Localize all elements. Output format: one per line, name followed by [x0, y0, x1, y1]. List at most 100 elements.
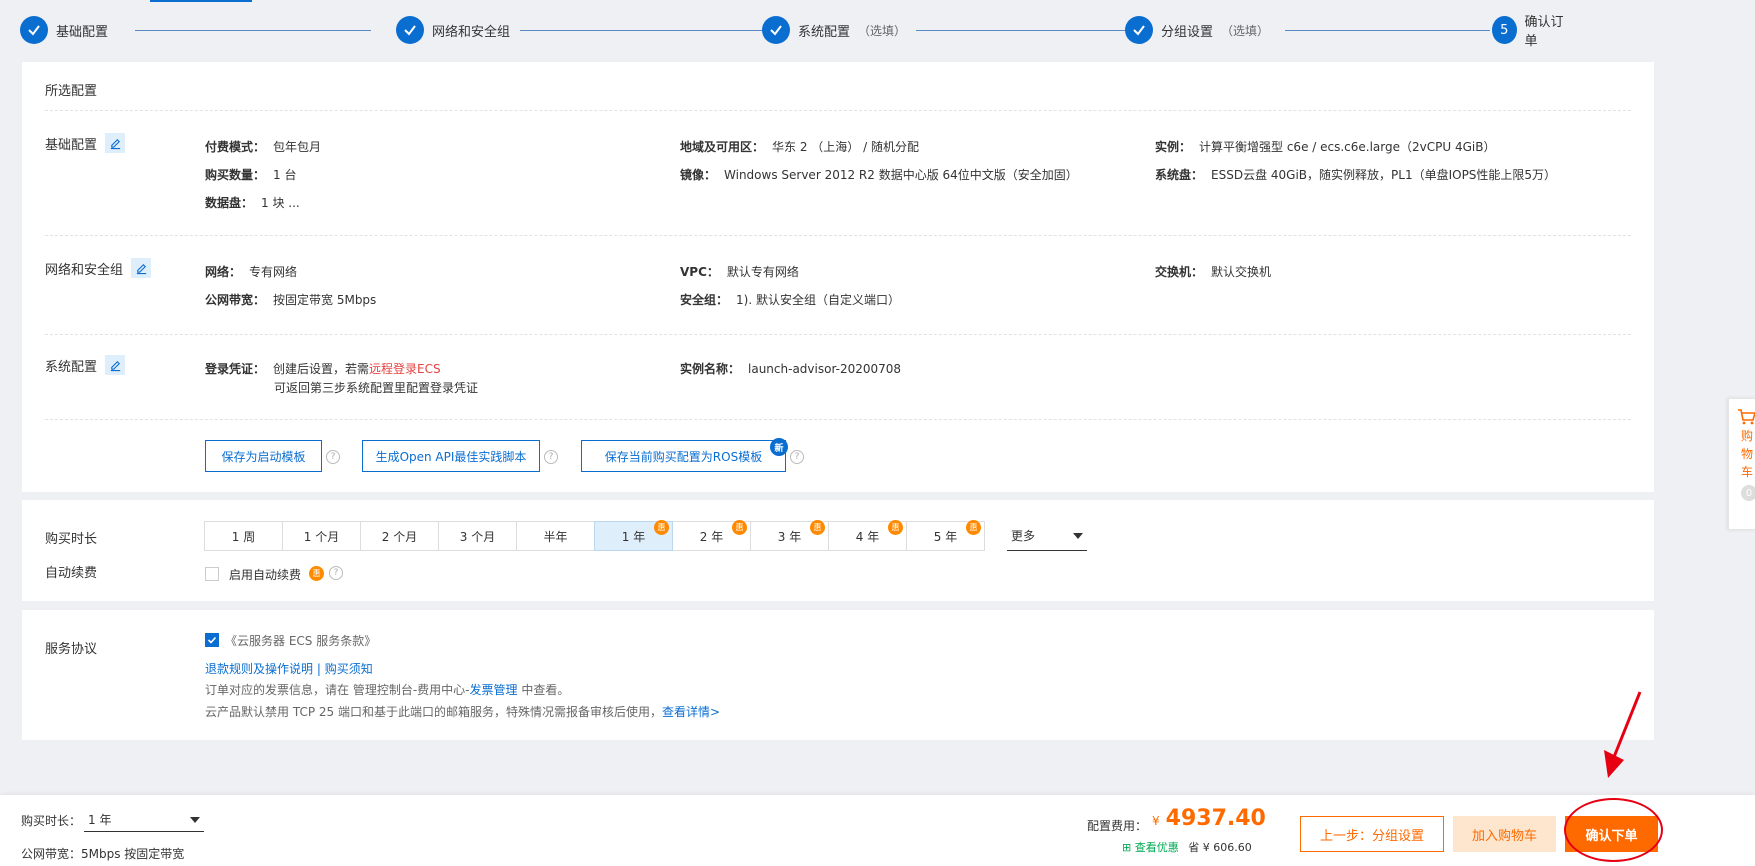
caret-down-icon [1073, 532, 1083, 539]
kv-switch: 交换机： 默认交换机 [1155, 265, 1272, 279]
bottom-bar: 购买时长： 1 年 公网带宽：5Mbps 按固定带宽 配置费用： ¥4937.4… [0, 795, 1755, 866]
duration-option[interactable]: 半年 [516, 521, 595, 551]
bottom-bandwidth: 公网带宽：5Mbps 按固定带宽 [21, 847, 185, 861]
kv-network: 网络： 专有网络 [205, 265, 298, 279]
invoice-line: 订单对应的发票信息，请在 管理控制台-费用中心-发票管理 中查看。 [205, 683, 570, 697]
discount-view-link[interactable]: ⊞ 查看优惠 [1122, 841, 1179, 854]
divider [45, 110, 1631, 111]
help-icon[interactable]: ? [544, 450, 558, 464]
kv-login-credential: 登录凭证： 创建后设置，若需远程登录ECS 可返回第三步系统配置里配置登录凭证 [205, 362, 479, 395]
port-line: 云产品默认禁用 TCP 25 端口和基于此端口的邮箱服务，特殊情况需报备审核后使… [205, 705, 721, 719]
step-network[interactable]: 网络和安全组 [396, 14, 521, 46]
help-icon[interactable]: ? [326, 450, 340, 464]
kv-bandwidth: 公网带宽： 按固定带宽 5Mbps [205, 293, 377, 307]
add-to-cart-button[interactable]: 加入购物车 [1453, 816, 1556, 852]
discount-icon: 惠 [888, 520, 903, 535]
kv-system-disk: 系统盘： ESSD云盘 40GiB，随实例释放，PL1（单盘IOPS性能上限5万） [1155, 168, 1557, 182]
discount-icon: 惠 [309, 566, 324, 581]
more-label: 更多 [1011, 529, 1036, 543]
bottom-duration-select[interactable]: 1 年 [84, 808, 204, 832]
prev-step-button[interactable]: 上一步：分组设置 [1300, 816, 1444, 852]
divider [45, 235, 1631, 236]
step-group[interactable]: 分组设置 （选填） [1125, 14, 1280, 46]
save-ros-label: 保存当前购买配置为ROS模板 [604, 449, 763, 464]
agreement-panel: 服务协议 《云服务器 ECS 服务条款》 退款规则及操作说明 | 购买须知 订单… [22, 610, 1654, 740]
kv-quantity: 购买数量： 1 台 [205, 168, 297, 182]
kv-instance: 实例： 计算平衡增强型 c6e / ecs.c6e.large（2vCPU 4Gi… [1155, 140, 1496, 154]
step-basic[interactable]: 基础配置 [20, 14, 119, 46]
panel-title: 所选配置 [45, 84, 98, 99]
divider [45, 419, 1631, 420]
step-connector [520, 30, 765, 31]
discount-line: ⊞ 查看优惠 省 ¥ 606.60 [1122, 839, 1252, 855]
selected-config-panel: 所选配置 基础配置 付费模式： 包年包月 购买数量： 1 台 数据盘： 1 块 ...… [22, 62, 1654, 492]
refund-notice-line: 退款规则及操作说明 | 购买须知 [205, 660, 373, 677]
auto-renew-checkbox[interactable] [205, 567, 219, 581]
step-label: 基础配置 [56, 24, 109, 40]
invoice-link[interactable]: 发票管理 [469, 683, 517, 697]
section-title: 系统配置 [45, 359, 98, 375]
separator: | [316, 662, 321, 676]
save-ros-button[interactable]: 保存当前购买配置为ROS模板 新 [581, 438, 788, 472]
step-optional: （选填） [858, 23, 907, 38]
section-title: 基础配置 [45, 137, 98, 153]
duration-option[interactable]: 3 个月 [438, 521, 517, 551]
annotation-arrow [1604, 691, 1642, 778]
discount-icon: 惠 [810, 520, 825, 535]
duration-option-selected[interactable]: 1 年惠 [594, 520, 673, 551]
step-label: 网络和安全组 [432, 24, 511, 40]
help-icon[interactable]: ? [329, 566, 343, 580]
price-label: 配置费用： [1087, 819, 1148, 833]
kv-vpc: VPC： 默认专有网络 [680, 265, 799, 279]
notice-link[interactable]: 购买须知 [325, 662, 373, 676]
terms-link[interactable]: 《云服务器 ECS 服务条款》 [225, 632, 376, 649]
help-icon[interactable]: ? [790, 450, 804, 464]
remote-login-link[interactable]: 远程登录ECS [369, 362, 441, 376]
step-connector [1285, 30, 1490, 31]
kv-region: 地域及可用区： 华东 2 （上海） / 随机分配 [680, 140, 919, 154]
discount-icon: 惠 [654, 520, 669, 535]
port-details-link[interactable]: 查看详情> [662, 705, 720, 719]
step-system[interactable]: 系统配置 （选填） [762, 14, 917, 46]
active-tab-indicator [150, 0, 252, 2]
section-basic: 基础配置 [45, 133, 126, 153]
edit-icon[interactable] [105, 355, 126, 375]
duration-option[interactable]: 4 年惠 [828, 520, 907, 551]
step-optional: （选填） [1221, 23, 1270, 38]
bottom-duration-label: 购买时长： [21, 814, 82, 828]
duration-value: 1 年 [88, 813, 112, 827]
section-system: 系统配置 [45, 355, 126, 375]
cart-text: 购物车 [1741, 429, 1754, 479]
purchase-duration-panel: 购买时长 1 周 1 个月 2 个月 3 个月 半年 1 年惠 2 年惠 3 年… [22, 500, 1654, 601]
refund-link[interactable]: 退款规则及操作说明 [205, 662, 313, 676]
section-network: 网络和安全组 [45, 258, 152, 278]
duration-option[interactable]: 1 周 [204, 521, 283, 551]
auto-renew-label: 自动续费 [45, 566, 98, 581]
save-amount: 省 ¥ 606.60 [1188, 841, 1252, 854]
step-label: 确认订单 [1524, 15, 1564, 49]
more-duration-select[interactable]: 更多 [1007, 521, 1087, 551]
save-template-button[interactable]: 保存为启动模板 [205, 440, 322, 472]
duration-option[interactable]: 3 年惠 [750, 520, 829, 551]
duration-option[interactable]: 2 个月 [360, 521, 439, 551]
duration-option[interactable]: 2 年惠 [672, 520, 751, 551]
caret-down-icon [190, 816, 200, 823]
cart-count: 0 [1741, 485, 1755, 501]
gen-api-button[interactable]: 生成Open API最佳实践脚本 [362, 440, 540, 472]
kv-security-group: 安全组： 1). 默认安全组（自定义端口） [680, 293, 900, 307]
edit-icon[interactable] [131, 258, 152, 278]
price: ¥4937.40 [1152, 806, 1266, 831]
discount-icon: 惠 [732, 520, 747, 535]
auto-renew-text: 启用自动续费 [229, 568, 302, 582]
edit-icon[interactable] [105, 133, 126, 153]
duration-option[interactable]: 5 年惠 [906, 520, 985, 551]
step-label: 分组设置 [1161, 24, 1214, 40]
agreement-checkbox[interactable] [205, 633, 219, 647]
step-number: 5 [1492, 16, 1517, 44]
duration-option[interactable]: 1 个月 [282, 521, 361, 551]
floating-cart[interactable]: 购物车 0 [1728, 398, 1755, 530]
agreement-label: 服务协议 [45, 642, 98, 657]
divider [45, 334, 1631, 335]
check-icon [1125, 16, 1153, 44]
new-badge: 新 [770, 438, 788, 456]
